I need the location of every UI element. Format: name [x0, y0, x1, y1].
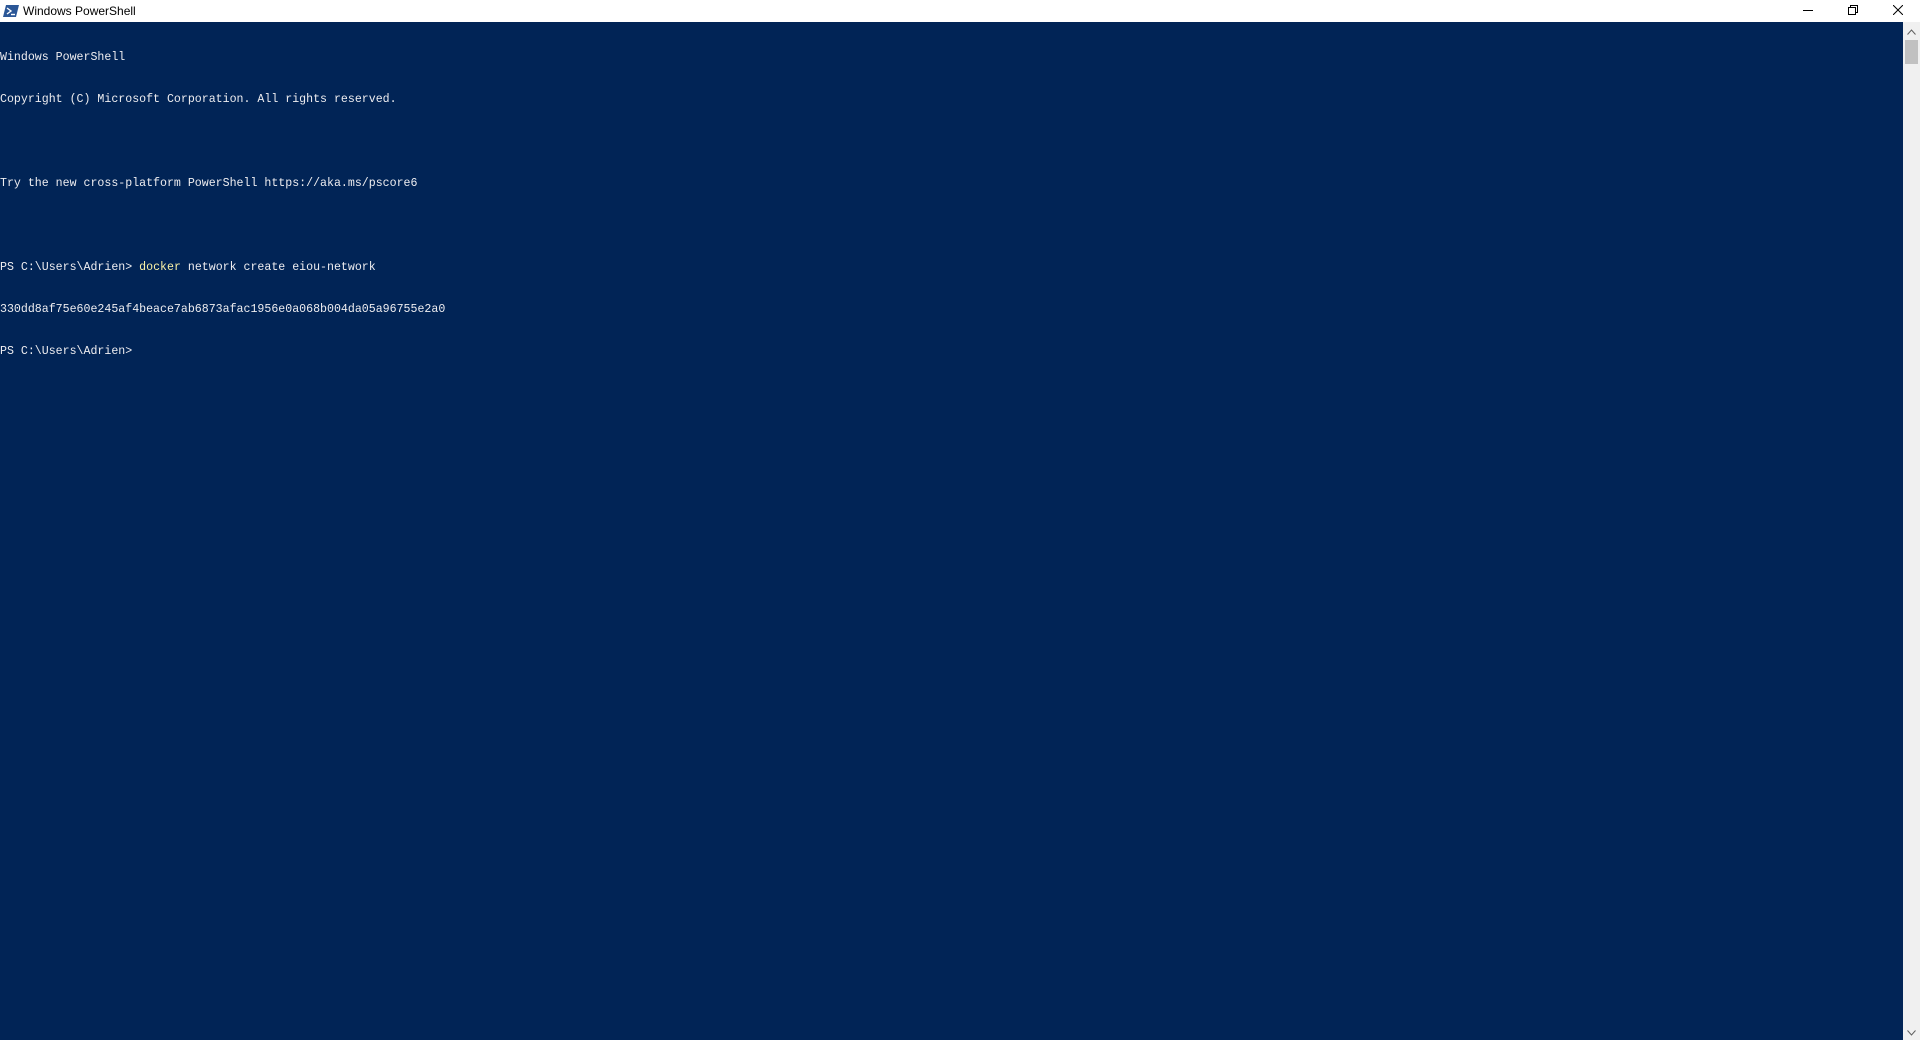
window-controls — [1785, 0, 1920, 22]
console-copyright-line: Copyright (C) Microsoft Corporation. All… — [0, 93, 397, 106]
minimize-icon — [1802, 2, 1813, 20]
chevron-down-icon — [1907, 1023, 1916, 1041]
scroll-up-button[interactable] — [1903, 22, 1920, 39]
prompt: PS C:\Users\Adrien> — [0, 261, 140, 274]
powershell-window: Windows PowerShell Windows PowerShell Co… — [0, 0, 1920, 1040]
restore-button[interactable] — [1830, 0, 1875, 22]
chevron-up-icon — [1907, 22, 1916, 40]
console-header-line: Windows PowerShell — [0, 51, 126, 64]
restore-icon — [1847, 2, 1858, 20]
minimize-button[interactable] — [1785, 0, 1830, 22]
command-args: network create eiou-network — [180, 261, 376, 274]
close-button[interactable] — [1875, 0, 1920, 22]
console-output[interactable]: Windows PowerShell Copyright (C) Microso… — [0, 22, 1903, 1040]
console-prompt-line[interactable]: PS C:\Users\Adrien> — [0, 345, 1903, 359]
command-name: docker — [139, 261, 181, 274]
console-command-line: PS C:\Users\Adrien> docker network creat… — [0, 261, 1903, 275]
console-pscore-line: Try the new cross-platform PowerShell ht… — [0, 177, 418, 190]
console-output-line: 330dd8af75e60e245af4beace7ab6873afac1956… — [0, 303, 446, 316]
close-icon — [1892, 2, 1903, 20]
title-bar[interactable]: Windows PowerShell — [0, 0, 1920, 22]
console-area: Windows PowerShell Copyright (C) Microso… — [0, 22, 1920, 1040]
scroll-down-button[interactable] — [1903, 1023, 1920, 1040]
scroll-thumb[interactable] — [1905, 40, 1918, 64]
vertical-scrollbar[interactable] — [1903, 22, 1920, 1040]
powershell-icon[interactable] — [3, 4, 19, 18]
window-title: Windows PowerShell — [23, 4, 136, 18]
